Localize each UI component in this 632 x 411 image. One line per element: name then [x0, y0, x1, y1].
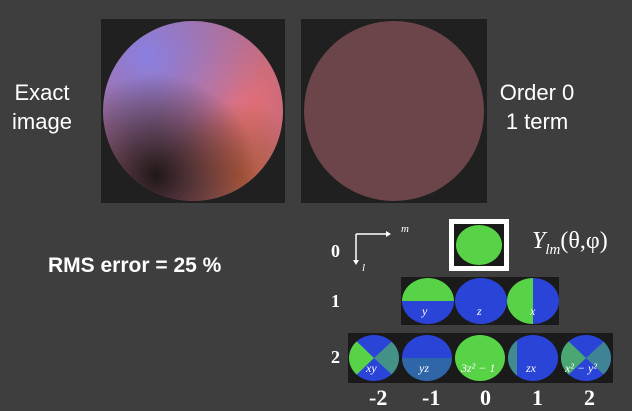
- m-value-neg1: -1: [422, 385, 441, 410]
- exact-caption-line2: image: [12, 109, 72, 134]
- order0-image-panel: [301, 19, 487, 203]
- y00-highlight-box: [449, 219, 509, 271]
- y00-harmonic: [456, 225, 502, 265]
- m-value-0: 0: [480, 385, 491, 410]
- y-function-label: Ylm(θ,φ): [532, 228, 608, 259]
- harmonic-y: [402, 278, 454, 324]
- label-z: z: [477, 304, 482, 318]
- y-args: (θ,φ): [560, 228, 608, 254]
- exact-image-panel: [101, 19, 285, 203]
- order0-sphere: [304, 21, 484, 201]
- m-value-1: 1: [532, 385, 543, 410]
- row-label-l1: 1: [331, 291, 340, 311]
- harmonics-row-l1: y z x: [401, 277, 559, 325]
- axes-indicator: [353, 231, 391, 265]
- exact-image-caption: Exact image: [0, 78, 84, 136]
- m-value-neg2: -2: [369, 385, 388, 410]
- label-3z2-1: 3z² − 1: [461, 361, 496, 375]
- row-label-l0: 0: [331, 241, 340, 261]
- label-yz: yz: [419, 361, 429, 375]
- harmonics-row-l2: xy yz 3z² − 1 zx x² − y²: [348, 333, 613, 383]
- l-axis-label: l: [362, 262, 366, 274]
- order0-caption-line1: Order 0: [499, 80, 575, 105]
- label-xy: xy: [366, 361, 377, 375]
- y-subscript: lm: [545, 241, 561, 258]
- exact-caption-line1: Exact: [14, 80, 70, 105]
- row-label-l2: 2: [331, 347, 340, 367]
- label-zx: zx: [526, 361, 536, 375]
- label-y: y: [422, 304, 428, 318]
- label-x2-y2: x² − y²: [565, 361, 597, 375]
- m-value-2: 2: [584, 385, 595, 410]
- y-symbol: Y: [532, 228, 546, 254]
- m-axis-label: m: [401, 223, 409, 235]
- order0-caption-line2: 1 term: [505, 109, 569, 134]
- order0-caption: Order 0 1 term: [488, 78, 586, 136]
- rms-error-text: RMS error = 25 %: [48, 254, 222, 277]
- label-x: x: [530, 304, 536, 318]
- exact-sphere: [103, 21, 283, 201]
